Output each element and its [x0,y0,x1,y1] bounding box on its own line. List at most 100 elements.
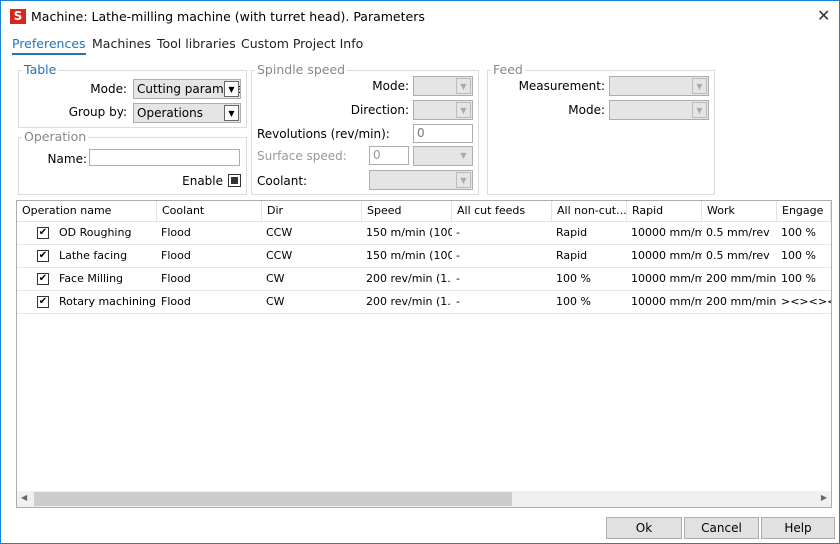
table-group-title: Table [22,62,59,77]
enable-checkbox[interactable] [228,174,241,187]
tab-custom-project-info[interactable]: Custom Project Info [241,36,363,51]
chevron-down-icon: ▼ [456,78,471,94]
table-cell: Flood [161,226,191,239]
window-title: Machine: Lathe-milling machine (with tur… [31,9,425,24]
table-cell: Flood [161,295,191,308]
table-cell: - [456,295,460,308]
group-by-label: Group by: [68,105,127,119]
table-cell: CW [266,272,285,285]
close-icon[interactable]: ✕ [817,6,830,25]
cancel-button[interactable]: Cancel [684,517,759,539]
chevron-down-icon: ▼ [224,105,239,121]
chevron-down-icon: ▼ [456,102,471,118]
table-cell: Rapid [556,226,588,239]
table-row[interactable]: ✔ Lathe facing Flood CCW 150 m/min (100...- R… [17,245,831,268]
tab-tool-libraries[interactable]: Tool libraries [157,36,236,51]
table-cell: CW [266,295,285,308]
table-cell: 200 rev/min (1... [366,295,452,308]
feed-mode-select[interactable]: ▼ [609,100,709,120]
table-cell: Rapid [556,249,588,262]
direction-select[interactable]: ▼ [413,100,473,120]
help-button[interactable]: Help [761,517,835,539]
scrollbar-thumb[interactable] [34,492,512,506]
measurement-select[interactable]: ▼ [609,76,709,96]
table-cell: 0.5 mm/rev [706,226,770,239]
column-header[interactable]: Rapid [627,201,702,222]
table-cell: OD Roughing [59,226,132,239]
column-header[interactable]: Coolant [157,201,262,222]
table-cell: 0.5 mm/rev [706,249,770,262]
column-header[interactable]: Speed [362,201,452,222]
measurement-label: Measurement: [518,79,605,93]
group-by-select[interactable]: Operations ▼ [133,103,241,123]
table-cell: Face Milling [59,272,124,285]
horizontal-scrollbar[interactable]: ◀ ▶ [17,491,831,507]
enable-label: Enable [182,174,223,188]
table-cell: Flood [161,272,191,285]
table-cell: 10000 mm/min [631,226,702,239]
table-cell: - [456,249,460,262]
table-cell: 100 % [781,226,816,239]
row-checkbox[interactable]: ✔ [37,273,49,285]
tab-machines[interactable]: Machines [92,36,151,51]
table-cell: - [456,226,460,239]
revolutions-input[interactable]: 0 [413,124,473,143]
scroll-left-icon[interactable]: ◀ [21,493,27,502]
surface-speed-unit-select[interactable]: ▼ [413,146,473,166]
row-checkbox[interactable]: ✔ [37,250,49,262]
surface-speed-label: Surface speed: [257,149,347,163]
direction-label: Direction: [350,103,409,117]
table-row[interactable]: ✔ OD Roughing Flood CCW 150 m/min (100...- Ra… [17,222,831,245]
table-cell: Lathe facing [59,249,128,262]
dialog-window: S Machine: Lathe-milling machine (with t… [0,0,840,544]
row-checkbox[interactable]: ✔ [37,296,49,308]
table-cell: 100 % [781,249,816,262]
table-row[interactable]: ✔ Rotary machining Flood CW 200 rev/min (1..… [17,291,831,314]
column-header[interactable]: All non-cut... [552,201,627,222]
scroll-right-icon[interactable]: ▶ [821,493,827,502]
spindle-mode-label: Mode: [372,79,409,93]
table-cell: 100 % [556,295,591,308]
column-header[interactable]: Engage [777,201,831,222]
table-cell: 10000 mm/min [631,272,702,285]
column-header[interactable]: Operation name [17,201,157,222]
chevron-down-icon: ▼ [224,81,239,97]
table-row[interactable]: ✔ Face Milling Flood CW 200 rev/min (1... - 10… [17,268,831,291]
table-cell: 200 mm/min [706,272,777,285]
feed-group-title: Feed [491,62,525,77]
table-cell: 100 % [781,272,816,285]
table-cell: 150 m/min (100... [366,226,452,239]
coolant-label: Coolant: [257,174,308,188]
column-header[interactable]: Dir [262,201,362,222]
ok-button[interactable]: Ok [606,517,682,539]
column-header[interactable]: All cut feeds [452,201,552,222]
table-cell: CCW [266,249,293,262]
spindle-group-title: Spindle speed [255,62,348,77]
coolant-select[interactable]: ▼ [369,170,473,190]
spindle-mode-select[interactable]: ▼ [413,76,473,96]
chevron-down-icon: ▼ [692,78,707,94]
chevron-down-icon: ▼ [456,148,471,164]
table-mode-select[interactable]: Cutting paramete ▼ [133,79,241,99]
table-cell: 200 rev/min (1... [366,272,452,285]
name-label: Name: [47,152,87,166]
operations-grid: ◀ ▶ Operation name Coolant Dir Speed All cut… [16,200,832,508]
table-cell: 10000 mm/min [631,249,702,262]
name-input[interactable] [89,149,240,166]
table-cell: Flood [161,249,191,262]
column-header[interactable]: Work [702,201,777,222]
row-checkbox[interactable]: ✔ [37,227,49,239]
table-cell: 10000 mm/min [631,295,702,308]
tab-preferences[interactable]: Preferences [12,36,86,55]
chevron-down-icon: ▼ [456,172,471,188]
chevron-down-icon: ▼ [692,102,707,118]
group-by-value: Operations [137,106,203,120]
surface-speed-input[interactable]: 0 [369,146,409,165]
table-mode-label: Mode: [90,82,127,96]
operation-group-title: Operation [22,129,89,144]
table-cell: ><><>< [781,295,831,308]
app-logo-icon: S [10,9,26,24]
feed-mode-label: Mode: [568,103,605,117]
table-cell: 100 % [556,272,591,285]
table-cell: 150 m/min (100... [366,249,452,262]
